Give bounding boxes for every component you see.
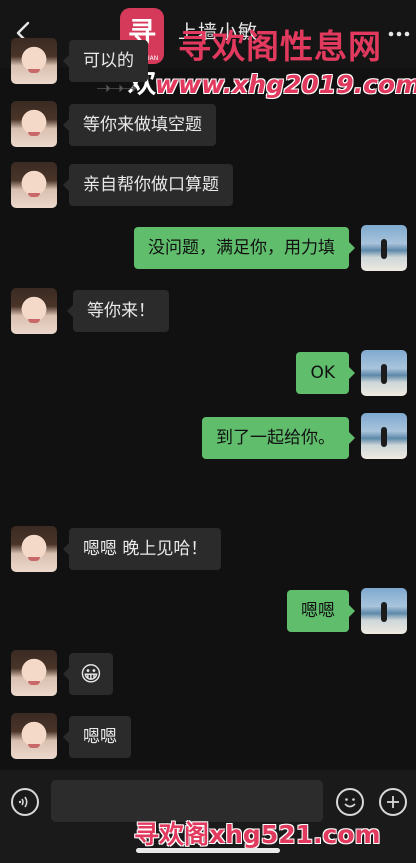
message-bubble-received[interactable]: 等你来做填空题 bbox=[63, 104, 216, 146]
watermark-title: 寻欢阁性息网 bbox=[178, 27, 382, 66]
contact-avatar[interactable] bbox=[11, 38, 57, 84]
message-bubble-sent[interactable]: OK bbox=[296, 352, 355, 394]
voice-icon[interactable] bbox=[11, 788, 39, 816]
contact-avatar[interactable] bbox=[11, 526, 57, 572]
contact-avatar[interactable] bbox=[11, 162, 57, 208]
my-avatar[interactable] bbox=[361, 588, 407, 634]
more-dots-icon[interactable] bbox=[388, 30, 410, 38]
contact-avatar[interactable] bbox=[11, 713, 57, 759]
my-avatar[interactable] bbox=[361, 225, 407, 271]
home-indicator[interactable] bbox=[136, 848, 280, 853]
message-bubble-sent[interactable]: 到了一起给你。 bbox=[202, 417, 355, 459]
message-bubble-received[interactable]: 嗯嗯 bbox=[63, 716, 131, 758]
message-bubble-emoji[interactable]: 😀 bbox=[63, 653, 113, 695]
message-bubble-sent[interactable]: 嗯嗯 bbox=[287, 590, 355, 632]
message-bubble-sent[interactable]: 没问题，满足你，用力填 bbox=[134, 227, 355, 269]
my-avatar[interactable] bbox=[361, 350, 407, 396]
watermark-url-top: www.xhg2019.com bbox=[155, 70, 416, 99]
message-bubble-received[interactable]: 亲自帮你做口算题 bbox=[63, 164, 233, 206]
watermark-url-bottom: 寻欢阁xhg521.com bbox=[134, 820, 381, 849]
emoji-icon[interactable] bbox=[336, 788, 364, 816]
my-avatar[interactable] bbox=[361, 413, 407, 459]
contact-avatar[interactable] bbox=[11, 288, 57, 334]
message-bubble-received[interactable]: 嗯嗯 晚上见哈！ bbox=[62, 528, 222, 570]
plus-icon[interactable] bbox=[379, 788, 407, 816]
message-bubble-received[interactable]: 可以的 bbox=[63, 40, 148, 82]
contact-avatar[interactable] bbox=[11, 650, 57, 696]
message-bubble-received[interactable]: 等你来！ bbox=[67, 290, 169, 332]
contact-avatar[interactable] bbox=[11, 101, 57, 147]
